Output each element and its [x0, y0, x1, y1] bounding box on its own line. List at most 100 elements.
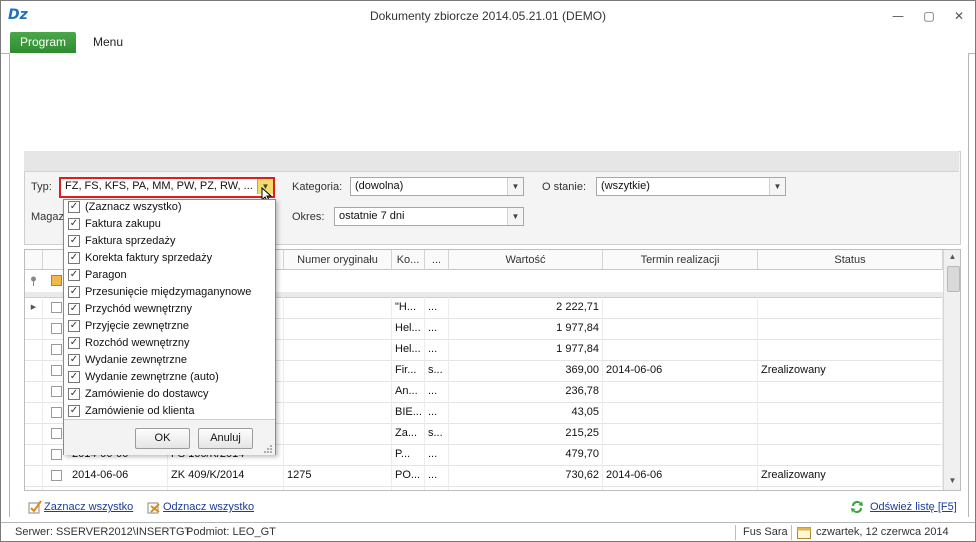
cell-ko: Hel...: [392, 318, 425, 339]
vertical-scrollbar[interactable]: ▲ ▼: [943, 250, 960, 490]
cell-status: [758, 444, 943, 465]
chevron-down-icon[interactable]: ▼: [507, 208, 523, 225]
cell-dots: ...: [425, 339, 449, 360]
header-kontrahent[interactable]: Ko...: [392, 250, 425, 270]
table-row[interactable]: 2014-06-06 ZK 409/K/2014 1275 PO...... 730,6…: [25, 465, 943, 487]
cell-nr: ZK 409/K/2014: [168, 465, 284, 486]
checkbox-checked-icon[interactable]: ✓: [68, 201, 80, 213]
typ-combo[interactable]: FZ, FS, KFS, PA, MM, PW, PZ, RW, ... ▼: [59, 177, 275, 198]
dropdown-item-label: Zamówienie od klienta: [85, 405, 195, 417]
cell-orig: [284, 423, 392, 444]
cell-dots: ...: [425, 402, 449, 423]
cell-termin: [603, 486, 758, 490]
checkbox-checked-icon[interactable]: ✓: [68, 354, 80, 366]
kategoria-combo[interactable]: (dowolna) ▼: [350, 177, 524, 196]
okres-combo[interactable]: ostatnie 7 dni ▼: [334, 207, 524, 226]
ostanie-combo[interactable]: (wszytkie) ▼: [596, 177, 786, 196]
cell-orig: [284, 486, 392, 490]
row-checkbox[interactable]: [51, 323, 62, 334]
resize-grip-icon[interactable]: [263, 444, 273, 454]
select-all-link[interactable]: Zaznacz wszystko: [44, 501, 133, 513]
cell-dots: ...: [425, 465, 449, 486]
status-divider: [791, 525, 792, 540]
header-wartosc[interactable]: Wartość: [449, 250, 603, 270]
checkbox-checked-icon[interactable]: ✓: [68, 320, 80, 332]
row-checkbox[interactable]: [51, 344, 62, 355]
refresh-link[interactable]: Odśwież listę [F5]: [870, 501, 957, 513]
cell-wartosc: 236,78: [449, 381, 603, 402]
row-checkbox[interactable]: [51, 302, 62, 313]
filter-row-checkbox[interactable]: [51, 275, 62, 286]
row-checkbox[interactable]: [51, 407, 62, 418]
header-termin[interactable]: Termin realizacji: [603, 250, 758, 270]
status-podmiot: Podmiot: LEO_GT: [186, 526, 276, 538]
close-icon[interactable]: ✕: [948, 7, 970, 25]
cell-wartosc: 1 977,84: [449, 318, 603, 339]
maximize-icon[interactable]: ▢: [918, 7, 940, 25]
checkbox-checked-icon[interactable]: ✓: [68, 371, 80, 383]
title-bar: Dz Dokumenty zbiorcze 2014.05.21.01 (DEM…: [1, 1, 975, 31]
cancel-button[interactable]: Anuluj: [198, 428, 253, 449]
cell-ko: BIE...: [392, 402, 425, 423]
cell-termin: [603, 318, 758, 339]
minimize-icon[interactable]: —: [887, 7, 909, 25]
deselect-all-link[interactable]: Odznacz wszystko: [163, 501, 254, 513]
cell-wartosc: 369,00: [449, 360, 603, 381]
cell-termin: [603, 423, 758, 444]
row-checkbox[interactable]: [51, 386, 62, 397]
checkbox-checked-icon[interactable]: ✓: [68, 337, 80, 349]
dropdown-item-label: Przesunięcie międzymaganynowe: [85, 286, 252, 298]
status-user: Fus Sara: [743, 526, 788, 538]
checkbox-checked-icon[interactable]: ✓: [68, 218, 80, 230]
cell-wartosc: 1 977,84: [449, 339, 603, 360]
cell-ko: P...: [392, 444, 425, 465]
cell-termin: 2014-06-06: [603, 360, 758, 381]
tab-menu[interactable]: Menu: [85, 32, 131, 54]
dropdown-item-label: Zamówienie do dostawcy: [85, 388, 209, 400]
select-all-icon[interactable]: [28, 500, 42, 514]
checkbox-checked-icon[interactable]: ✓: [68, 269, 80, 281]
cell-ko: Fir...: [392, 360, 425, 381]
tab-program[interactable]: Program: [10, 32, 76, 54]
ostanie-label: O stanie:: [542, 181, 587, 193]
magazyn-label: Magaz: [31, 211, 65, 223]
dropdown-footer: OK Anuluj: [64, 419, 275, 455]
checkbox-checked-icon[interactable]: ✓: [68, 388, 80, 400]
cell-wartosc: 215,25: [449, 423, 603, 444]
header-status[interactable]: Status: [758, 250, 943, 270]
cell-termin: [603, 381, 758, 402]
row-indicator: [25, 402, 43, 423]
kategoria-label: Kategoria:: [292, 181, 343, 193]
window-title: Dokumenty zbiorcze 2014.05.21.01 (DEMO): [369, 9, 607, 23]
checkbox-checked-icon[interactable]: ✓: [68, 286, 80, 298]
cell-nr: MM 278/K/2014: [168, 486, 284, 490]
chevron-down-icon[interactable]: ▼: [507, 178, 523, 195]
scroll-thumb[interactable]: [947, 266, 960, 292]
checkbox-checked-icon[interactable]: ✓: [68, 405, 80, 417]
cell-orig: [284, 339, 392, 360]
row-checkbox[interactable]: [51, 365, 62, 376]
ok-button[interactable]: OK: [135, 428, 190, 449]
current-row-indicator-icon: ▶: [25, 297, 43, 318]
row-checkbox[interactable]: [51, 470, 62, 481]
header-extra[interactable]: ...: [425, 250, 449, 270]
table-row[interactable]: 2014-06-06MM 278/K/2014 434,05: [25, 486, 943, 490]
checkbox-checked-icon[interactable]: ✓: [68, 303, 80, 315]
scroll-up-icon[interactable]: ▲: [944, 250, 960, 264]
chevron-down-icon[interactable]: ▼: [769, 178, 785, 195]
cell-ko: Za...: [392, 423, 425, 444]
cell-orig: [284, 360, 392, 381]
cell-dots: [425, 486, 449, 490]
status-server: Serwer: SSERVER2012\INSERTGT: [15, 526, 192, 538]
row-checkbox[interactable]: [51, 428, 62, 439]
cell-status: [758, 402, 943, 423]
typ-combo-value: FZ, FS, KFS, PA, MM, PW, PZ, RW, ...: [65, 180, 253, 192]
checkbox-checked-icon[interactable]: ✓: [68, 235, 80, 247]
row-checkbox[interactable]: [51, 449, 62, 460]
refresh-icon[interactable]: [849, 499, 865, 515]
scroll-down-icon[interactable]: ▼: [944, 474, 960, 488]
cell-ko: "H...: [392, 297, 425, 318]
checkbox-checked-icon[interactable]: ✓: [68, 252, 80, 264]
header-numer-oryginalu[interactable]: Numer oryginału: [284, 250, 392, 270]
deselect-all-icon[interactable]: [147, 500, 161, 514]
